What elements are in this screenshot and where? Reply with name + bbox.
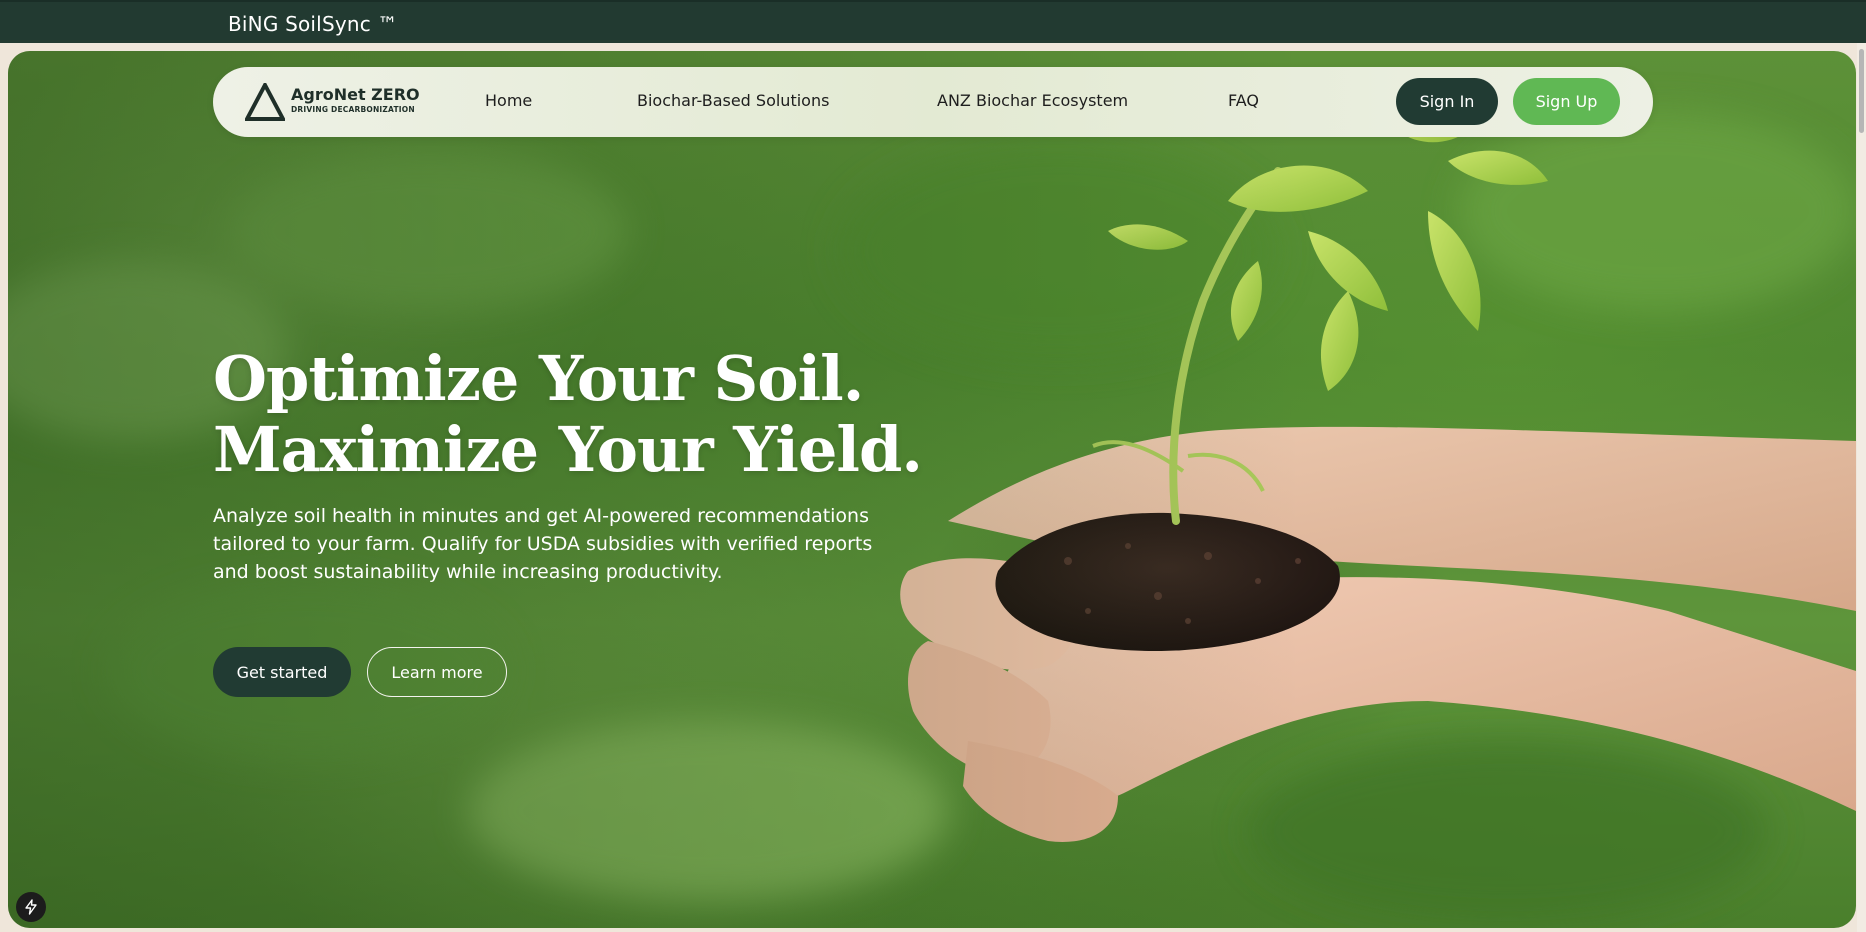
sign-up-button[interactable]: Sign Up bbox=[1513, 78, 1620, 125]
get-started-button[interactable]: Get started bbox=[213, 647, 351, 697]
scrollbar-thumb[interactable] bbox=[1859, 49, 1864, 133]
nav-link-home[interactable]: Home bbox=[485, 91, 532, 110]
hero-overlay bbox=[8, 51, 1856, 928]
dev-badge-button[interactable] bbox=[16, 892, 46, 922]
logo-name: AgroNet ZERO bbox=[291, 85, 420, 104]
headline-line-1: Optimize Your Soil. bbox=[213, 342, 864, 415]
hero-description: Analyze soil health in minutes and get A… bbox=[213, 505, 873, 583]
hero-section bbox=[8, 51, 1856, 928]
sign-in-button[interactable]: Sign In bbox=[1396, 78, 1498, 125]
learn-more-button[interactable]: Learn more bbox=[367, 647, 507, 697]
brand-logo[interactable]: AgroNet ZERO DRIVING DECARBONIZATION bbox=[245, 83, 420, 123]
nav-link-faq[interactable]: FAQ bbox=[1228, 91, 1259, 110]
page-scrollbar[interactable] bbox=[1857, 43, 1866, 932]
top-bar: BiNG SoilSync ™ bbox=[0, 0, 1866, 43]
triangle-logo-icon bbox=[245, 83, 285, 121]
logo-tagline: DRIVING DECARBONIZATION bbox=[291, 105, 415, 114]
app-title: BiNG SoilSync ™ bbox=[228, 12, 398, 36]
headline-line-2: Maximize Your Yield. bbox=[213, 413, 923, 486]
navbar: AgroNet ZERO DRIVING DECARBONIZATION Hom… bbox=[213, 67, 1653, 137]
nav-link-anz-ecosystem[interactable]: ANZ Biochar Ecosystem bbox=[937, 91, 1128, 110]
lightning-bolt-icon bbox=[25, 899, 37, 915]
hero-headline: Optimize Your Soil. Maximize Your Yield. bbox=[213, 343, 973, 485]
nav-link-biochar-solutions[interactable]: Biochar-Based Solutions bbox=[637, 91, 829, 110]
